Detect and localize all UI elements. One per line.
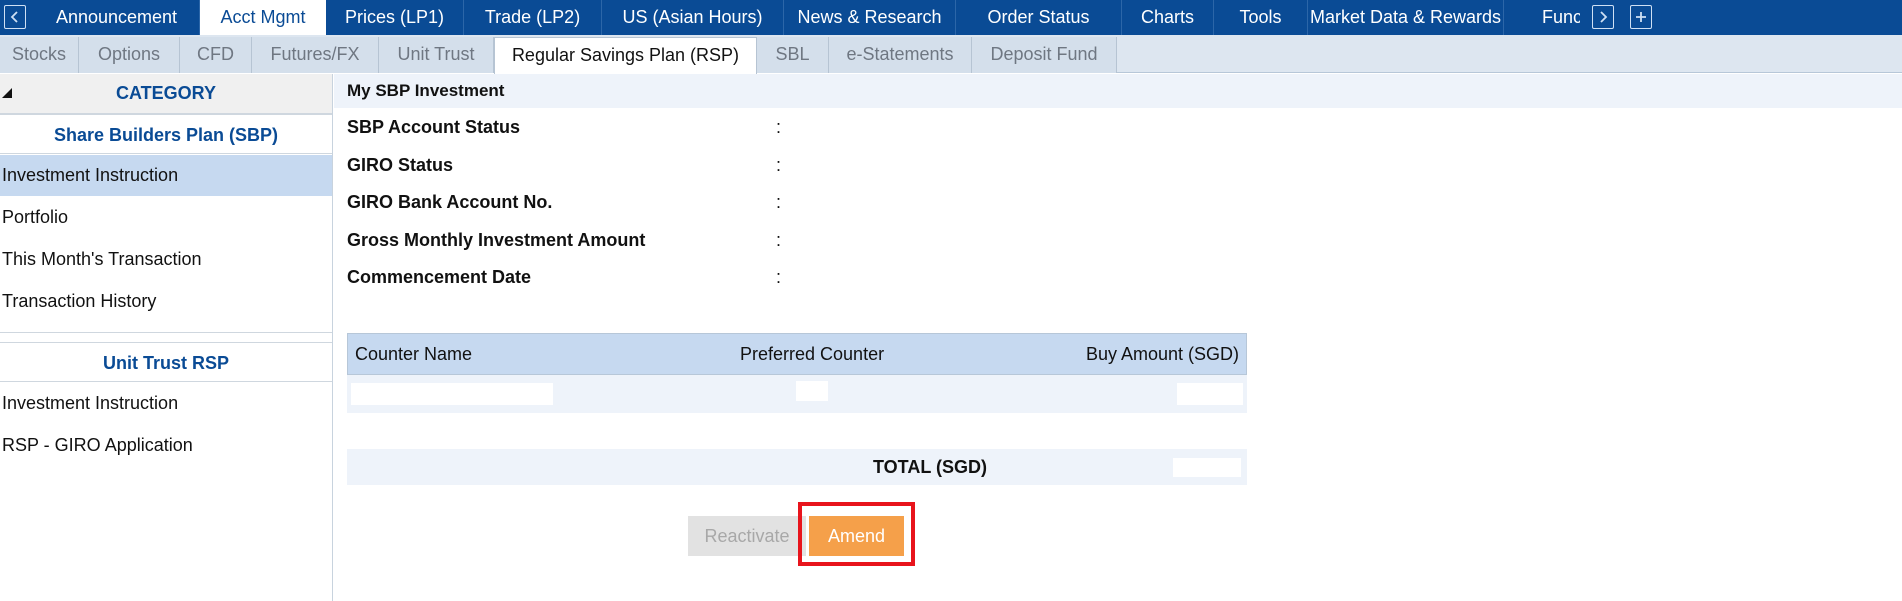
total-value <box>1173 458 1241 477</box>
column-header-counter-name: Counter Name <box>355 344 473 364</box>
colon: : <box>776 267 782 287</box>
tab-charts[interactable]: Charts <box>1122 0 1214 35</box>
counter-name-cell <box>351 383 553 405</box>
colon: : <box>776 117 782 137</box>
tab-order-status[interactable]: Order Status <box>956 0 1122 35</box>
sidebar-item-transaction-history[interactable]: Transaction History <box>0 281 332 322</box>
tab-us-asian-hours[interactable]: US (Asian Hours) <box>602 0 784 35</box>
group-title-sbp: Share Builders Plan (SBP) <box>0 114 332 154</box>
label-giro-bank-account-no: GIRO Bank Account No. <box>347 192 553 212</box>
label-commencement-date: Commencement Date <box>347 267 532 287</box>
tab-market-data-rewards[interactable]: Market Data & Rewards <box>1308 0 1504 35</box>
section-header: My SBP Investment <box>334 74 1902 108</box>
tab-news-research[interactable]: News & Research <box>784 0 956 35</box>
buy-amount-cell <box>1177 383 1243 405</box>
subtab-cfd[interactable]: CFD <box>180 37 252 73</box>
chevron-right-icon[interactable] <box>1592 5 1614 29</box>
sidebar-item-sbp-investment-instruction[interactable]: Investment Instruction <box>0 155 332 196</box>
subtab-deposit-fund[interactable]: Deposit Fund <box>972 37 1117 73</box>
main-nav-bar: Announcement Acct Mgmt Prices (LP1) Trad… <box>0 0 1902 35</box>
sidebar-item-ut-investment-instruction[interactable]: Investment Instruction <box>0 383 332 424</box>
subtab-stocks[interactable]: Stocks <box>0 37 79 73</box>
label-gross-monthly-investment-amount: Gross Monthly Investment Amount <box>347 230 646 250</box>
chevron-left-icon[interactable] <box>4 5 26 29</box>
tab-acct-mgmt[interactable]: Acct Mgmt <box>200 0 326 35</box>
tab-prices-lp1[interactable]: Prices (LP1) <box>326 0 464 35</box>
plus-icon[interactable] <box>1630 5 1652 29</box>
tab-tools[interactable]: Tools <box>1214 0 1308 35</box>
total-label: TOTAL (SGD) <box>873 457 987 477</box>
subtab-e-statements[interactable]: e-Statements <box>829 37 972 73</box>
tab-func[interactable]: Func <box>1504 0 1580 35</box>
counter-table-header: Counter Name Preferred Counter Buy Amoun… <box>347 333 1247 375</box>
category-sidebar: CATEGORY Share Builders Plan (SBP) Inves… <box>0 74 333 601</box>
sub-nav-bar: Stocks Options CFD Futures/FX Unit Trust… <box>0 35 1902 74</box>
total-row: TOTAL (SGD) <box>347 449 1247 485</box>
sidebar-item-this-months-transaction[interactable]: This Month's Transaction <box>0 239 332 280</box>
sidebar-divider <box>0 332 332 333</box>
colon: : <box>776 155 782 175</box>
reactivate-button[interactable]: Reactivate <box>688 516 806 556</box>
label-sbp-account-status: SBP Account Status <box>347 117 521 137</box>
sidebar-item-portfolio[interactable]: Portfolio <box>0 197 332 238</box>
column-header-buy-amount: Buy Amount (SGD) <box>1085 344 1239 364</box>
colon: : <box>776 192 782 212</box>
subtab-sbl[interactable]: SBL <box>757 37 829 73</box>
column-header-preferred-counter: Preferred Counter <box>740 344 885 364</box>
subtab-unit-trust[interactable]: Unit Trust <box>379 37 494 73</box>
group-title-unit-trust-rsp: Unit Trust RSP <box>0 342 332 382</box>
category-header[interactable]: CATEGORY <box>0 74 332 114</box>
label-giro-status: GIRO Status <box>347 155 454 175</box>
tab-trade-lp2[interactable]: Trade (LP2) <box>464 0 602 35</box>
subtab-options[interactable]: Options <box>79 37 180 73</box>
colon: : <box>776 230 782 250</box>
tab-announcement[interactable]: Announcement <box>34 0 200 35</box>
section-title: My SBP Investment <box>347 81 505 100</box>
category-label: CATEGORY <box>115 83 216 103</box>
sidebar-item-rsp-giro-application[interactable]: RSP - GIRO Application <box>0 425 332 466</box>
subtab-regular-savings-plan[interactable]: Regular Savings Plan (RSP) <box>494 37 757 74</box>
preferred-counter-cell[interactable] <box>796 381 828 401</box>
subtab-futures-fx[interactable]: Futures/FX <box>252 37 379 73</box>
table-row <box>347 375 1247 413</box>
amend-highlight-box <box>798 502 915 566</box>
